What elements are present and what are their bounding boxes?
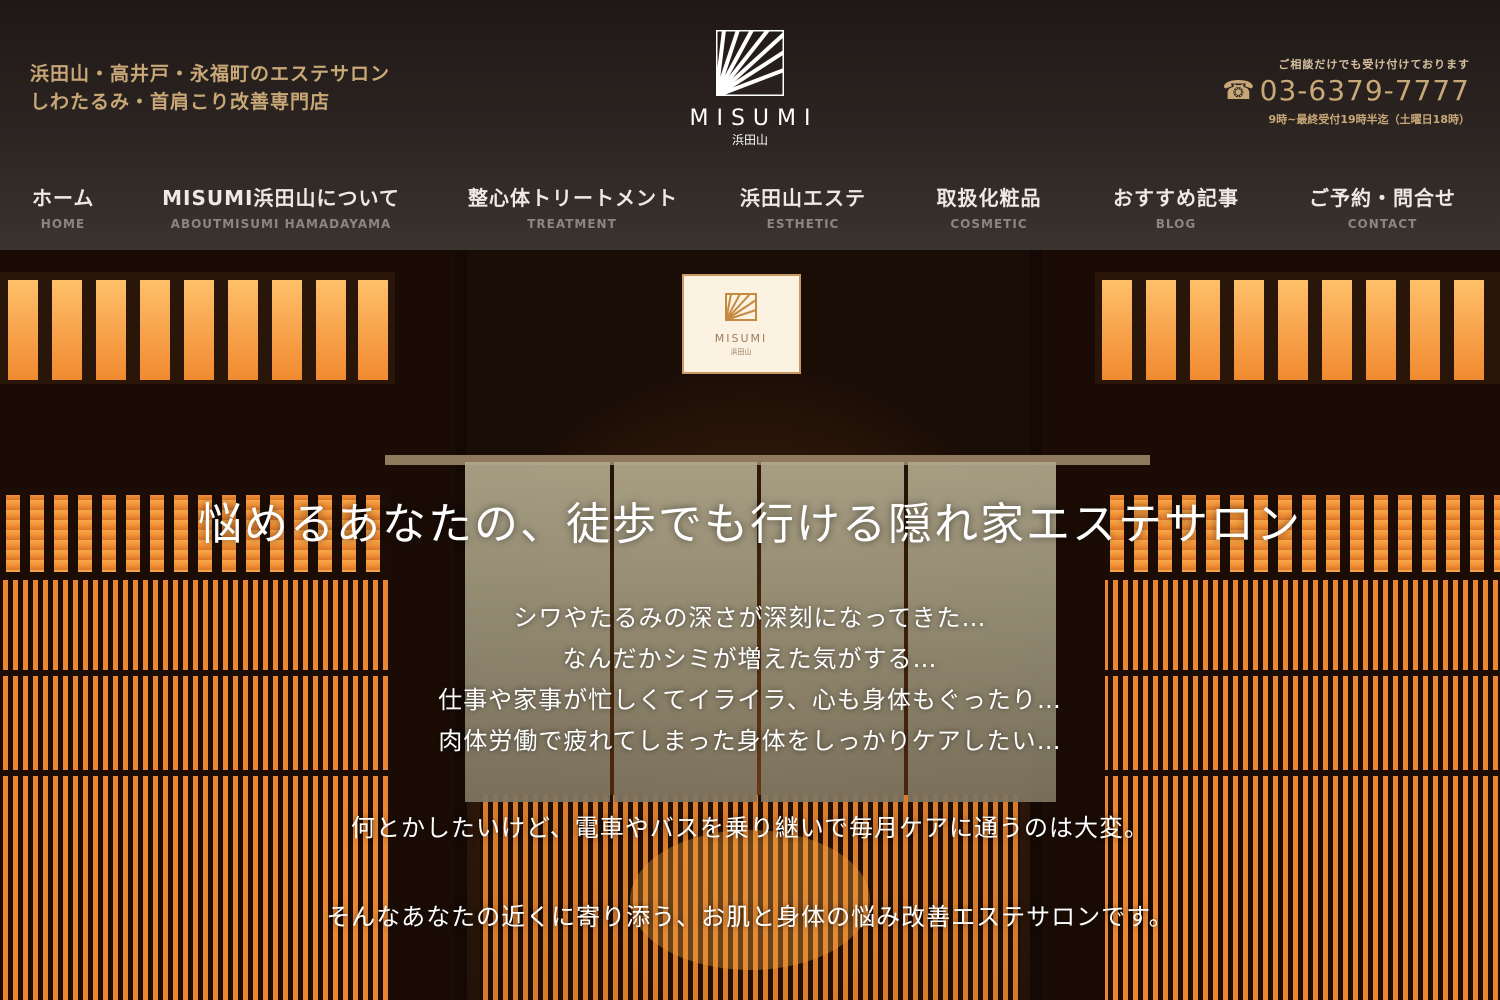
nav-item-home[interactable]: ホーム HOME — [32, 182, 94, 231]
main-nav: ホーム HOME MISUMI浜田山について ABOUTMISUMI HAMAD… — [0, 178, 1500, 250]
nav-item-sublabel: ABOUTMISUMI HAMADAYAMA — [170, 217, 392, 231]
hero-problem-statement: 何とかしたいけど、電車やバスを乗り継いで毎月ケアに通うのは大変。 — [350, 814, 1150, 842]
nav-item-esthetic[interactable]: 浜田山エステ ESTHETIC — [735, 182, 871, 231]
phone-number: 03-6379-7777 — [1259, 74, 1470, 107]
nav-item-label: おすすめ記事 — [1113, 186, 1239, 210]
phone-icon: ☎ — [1222, 75, 1256, 106]
nav-item-label: 取扱化粧品 — [936, 186, 1042, 210]
hero-body-line: 肉体労働で疲れてしまった身体をしっかりケアしたい… — [438, 727, 1062, 755]
hero-body-line: シワやたるみの深さが深刻になってきた… — [513, 604, 987, 632]
hero-copy: 悩めるあなたの、徒歩でも行ける隠れ家エステサロン シワやたるみの深さが深刻になっ… — [0, 250, 1500, 1000]
page: 浜田山・高井戸・永福町のエステサロン しわたるみ・首肩こり改善専門店 MISUM… — [0, 0, 1500, 1000]
hero-headline: 悩めるあなたの、徒歩でも行ける隠れ家エステサロン — [198, 499, 1302, 550]
logo-subtitle: 浜田山 — [731, 133, 768, 147]
hero-body-line: 仕事や家事が忙しくてイライラ、心も身体もぐったり… — [438, 686, 1062, 714]
nav-item-label: ご予約・問合せ — [1309, 186, 1456, 210]
site-logo[interactable]: MISUMI 浜田山 — [680, 30, 820, 148]
logo-wordmark: MISUMI — [689, 106, 819, 131]
hero-solution-statement: そんなあなたの近くに寄り添う、お肌と身体の悩み改善エステサロンです。 — [326, 903, 1174, 931]
header-tagline: 浜田山・高井戸・永福町のエステサロン しわたるみ・首肩こり改善専門店 — [30, 60, 390, 116]
misumi-logo-icon — [716, 30, 784, 96]
hero-body-line: なんだかシミが増えた気がする… — [562, 645, 938, 673]
nav-item-sublabel: HOME — [40, 217, 86, 231]
tagline-line-1: 浜田山・高井戸・永福町のエステサロン — [30, 63, 391, 85]
nav-item-about[interactable]: MISUMI浜田山について ABOUTMISUMI HAMADAYAMA — [155, 182, 407, 231]
nav-item-label: 浜田山エステ — [740, 186, 866, 210]
phone-link[interactable]: ☎ 03-6379-7777 — [1222, 74, 1470, 107]
tagline-line-2: しわたるみ・首肩こり改善専門店 — [30, 91, 331, 113]
header-contact: ご相談だけでも受け付けております ☎ 03-6379-7777 9時~最終受付1… — [1222, 56, 1470, 127]
nav-item-sublabel: COSMETIC — [950, 217, 1028, 231]
nav-item-sublabel: CONTACT — [1347, 217, 1418, 231]
contact-note: ご相談だけでも受け付けております — [1278, 58, 1470, 71]
nav-item-cosmetic[interactable]: 取扱化粧品 COSMETIC — [930, 182, 1048, 231]
hero-section: MISUMI 浜田山 悩めるあなたの、徒歩でも行ける隠れ家エステサロン シワやた… — [0, 250, 1500, 1000]
nav-item-label: MISUMI浜田山について — [162, 186, 400, 210]
nav-item-label: 整心体トリートメント — [468, 186, 678, 210]
nav-item-sublabel: TREATMENT — [527, 217, 617, 231]
business-hours: 9時~最終受付19時半迄（土曜日18時） — [1268, 113, 1471, 126]
nav-item-blog[interactable]: おすすめ記事 BLOG — [1107, 182, 1245, 231]
nav-item-contact[interactable]: ご予約・問合せ CONTACT — [1305, 182, 1460, 231]
nav-item-sublabel: BLOG — [1155, 217, 1197, 231]
nav-item-treatment[interactable]: 整心体トリートメント TREATMENT — [468, 182, 678, 231]
nav-item-sublabel: ESTHETIC — [766, 217, 840, 231]
hero-body: シワやたるみの深さが深刻になってきた… なんだかシミが増えた気がする… 仕事や家… — [0, 598, 1500, 762]
site-header: 浜田山・高井戸・永福町のエステサロン しわたるみ・首肩こり改善専門店 MISUM… — [0, 0, 1500, 250]
nav-item-label: ホーム — [32, 186, 95, 210]
